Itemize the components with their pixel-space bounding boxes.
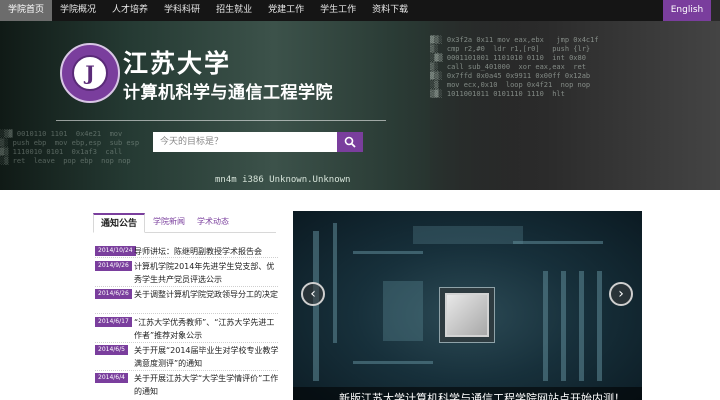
college-name: 计算机科学与通信工程学院 [123,83,333,103]
list-item[interactable]: 2014/6/5 关于开展“2014届毕业生对学校专业教学满意度测评”的通知 [95,344,280,371]
board-trace [513,241,603,244]
notice-date: 2014/6/26 [95,289,132,299]
nav-item-education[interactable]: 人才培养 [104,0,156,21]
notice-title[interactable]: 关于开展江苏大学“大学生学情评价”工作的通知 [134,372,282,398]
slide-prev-button[interactable]: ‹ [301,282,325,306]
list-item[interactable]: 2014/6/17 “江苏大学优秀教师”、“江苏大学先进工作者”推荐对象公示 [95,316,280,343]
english-button[interactable]: English [663,0,711,21]
nav-item-overview[interactable]: 学院概况 [52,0,104,21]
university-name: 江苏大学 [123,49,232,78]
cpu-chip [445,293,489,337]
board-trace [579,271,584,381]
divider [95,286,278,287]
header-banner: ▓▒░ 0x3f2a 0x11 mov eax,ebx jmp 0x4c1f ▒… [0,21,720,190]
slide-next-button[interactable]: › [609,282,633,306]
board-trace [313,231,319,381]
notice-title[interactable]: 计算机学院2014年先进学生党支部、优秀学生共产党员评选公示 [134,260,282,286]
banner-code-texture: ▓▒░ 0x3f2a 0x11 mov eax,ebx jmp 0x4c1f ▒… [430,36,599,98]
board-chip [383,281,423,341]
divider [95,313,278,314]
nav-item-students[interactable]: 学生工作 [312,0,364,21]
notice-tabs: 通知公告 学院新闻 学术动态 [93,213,276,233]
notice-date: 2014/6/17 [95,317,132,327]
nav-item-home[interactable]: 学院首页 [0,0,53,21]
divider [95,342,278,343]
notice-title[interactable]: 关于调整计算机学院党政领导分工的决定 [134,288,282,301]
board-trace [543,271,548,381]
nav-item-admissions[interactable]: 招生就业 [208,0,260,21]
notice-date: 2014/6/4 [95,373,128,383]
university-logo: J [60,43,120,103]
notice-date: 2014/9/26 [95,261,132,271]
board-trace [353,361,433,364]
board-trace [597,271,602,381]
divider [95,370,278,371]
search-input[interactable]: 今天的目标是？ [153,132,337,152]
list-item[interactable]: 2014/6/4 关于开展江苏大学“大学生学情评价”工作的通知 [95,372,280,399]
search-button[interactable] [337,132,363,152]
slide-caption[interactable]: 新版江苏大学计算机科学与通信工程学院网站点开始内测！ [293,387,642,400]
divider [95,257,278,258]
top-nav: 学院首页 学院概况 人才培养 学科科研 招生就业 党建工作 学生工作 资料下载 [0,0,720,21]
banner-divider [56,120,386,121]
notice-date: 2014/6/5 [95,345,128,355]
list-item[interactable]: 2014/9/26 计算机学院2014年先进学生党支部、优秀学生共产党员评选公示 [95,260,280,287]
board-trace [561,271,566,381]
tab-college-news[interactable]: 学院新闻 [153,213,185,233]
tab-academic-news[interactable]: 学术动态 [197,213,229,233]
nav-item-research[interactable]: 学科科研 [156,0,208,21]
board-chip [413,226,523,244]
logo-emblem: J [72,55,108,91]
board-trace [353,251,423,254]
board-trace [333,223,337,343]
nav-edge [711,0,720,21]
notice-title[interactable]: 关于开展“2014届毕业生对学校专业教学满意度测评”的通知 [134,344,282,370]
image-slideshow[interactable]: ‹ › 新版江苏大学计算机科学与通信工程学院网站点开始内测！ [293,211,642,400]
notice-date: 2014/10/24 [95,246,136,256]
search-icon [344,136,356,148]
notice-title[interactable]: “江苏大学优秀教师”、“江苏大学先进工作者”推荐对象公示 [134,316,282,342]
list-item[interactable]: 2014/6/26 关于调整计算机学院党政领导分工的决定 [95,288,280,302]
banner-code-line: mn4m i386 Unknown.Unknown [215,175,351,185]
nav-item-downloads[interactable]: 资料下载 [364,0,416,21]
tab-notices[interactable]: 通知公告 [93,213,145,233]
nav-item-party[interactable]: 党建工作 [260,0,312,21]
banner-code-texture-left: ░▒▓ 0010110 1101 0x4e21 mov ▒░ push ebp … [0,130,140,165]
